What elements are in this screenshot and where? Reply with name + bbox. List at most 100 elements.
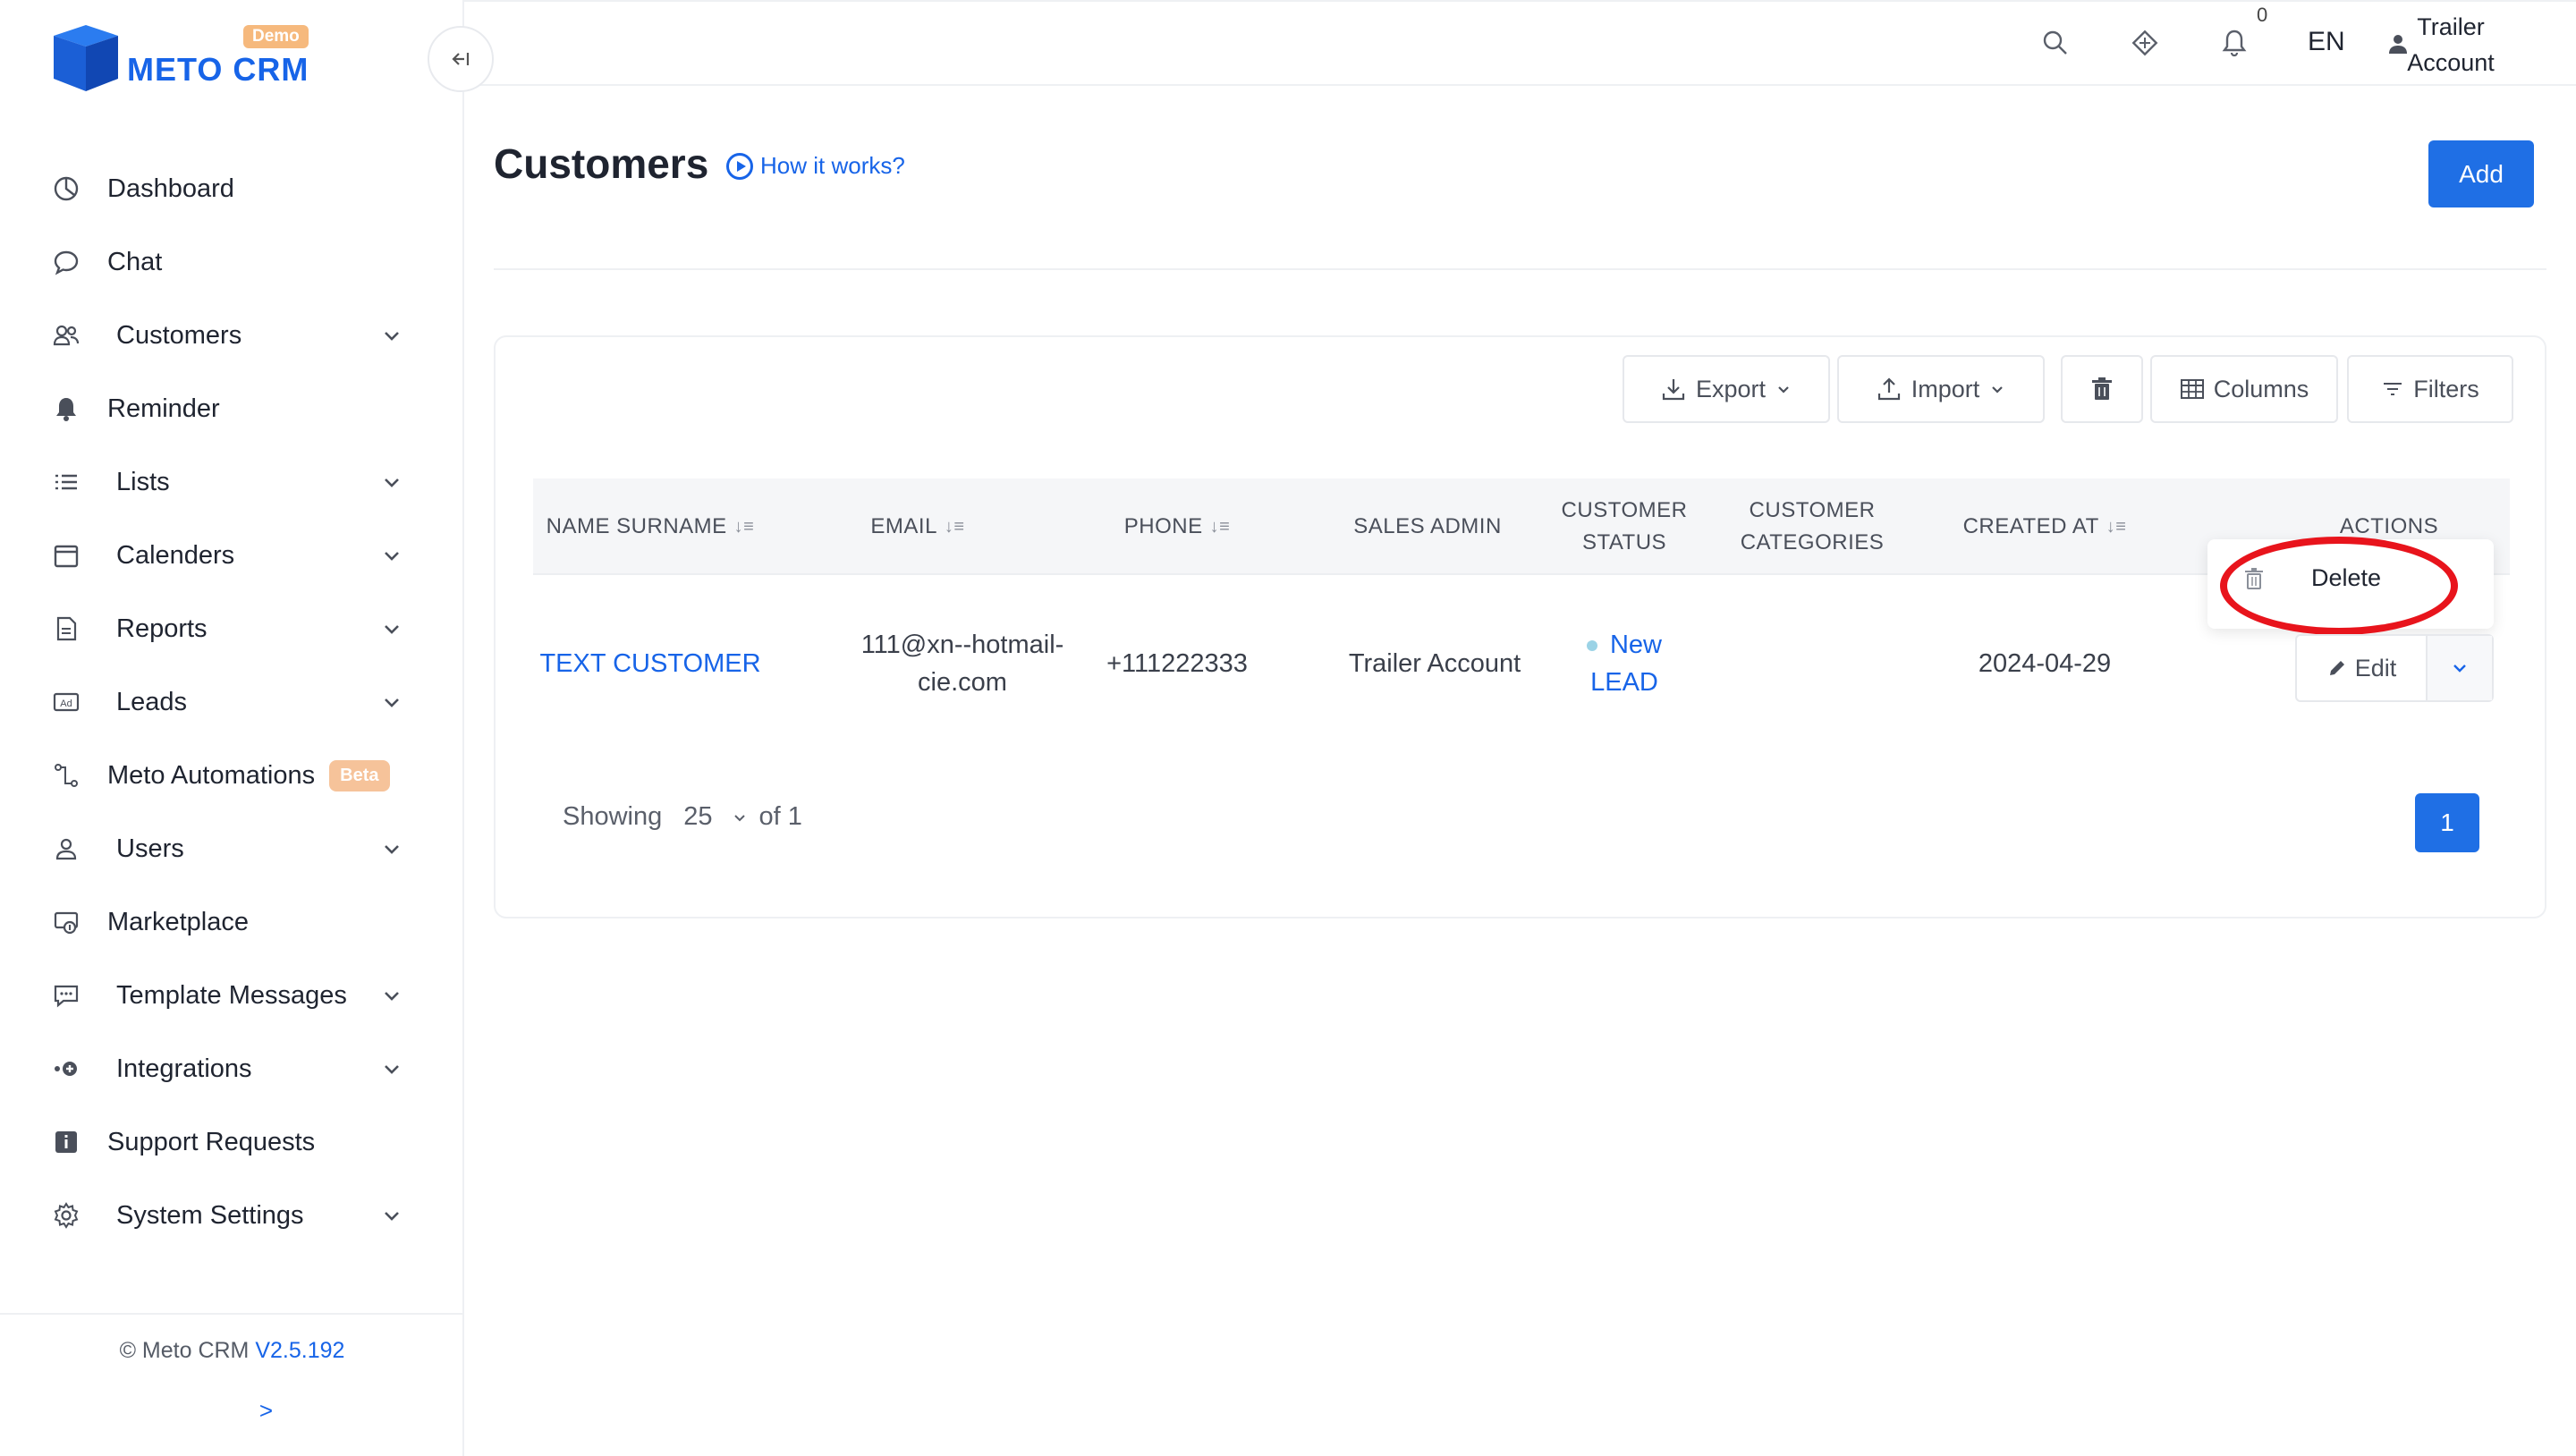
chevron-down-icon[interactable]: [380, 1204, 403, 1227]
chevron-down-icon[interactable]: [380, 324, 403, 347]
sort-icon[interactable]: ↓≡: [945, 511, 965, 543]
column-header-email[interactable]: EMAIL ↓≡: [828, 478, 1007, 575]
export-label: Export: [1695, 375, 1767, 402]
how-it-works-link[interactable]: How it works?: [726, 152, 905, 180]
edit-button[interactable]: Edit: [2297, 636, 2428, 700]
customer-name-link[interactable]: TEXT CUSTOMER: [533, 623, 767, 704]
sidebar-item-label: Reports: [116, 614, 208, 643]
sidebar-item-users[interactable]: Users: [0, 812, 464, 885]
chevron-down-icon: [2453, 665, 2466, 673]
sidebar-item-reminder[interactable]: Reminder: [0, 372, 464, 445]
chevron-down-icon[interactable]: [380, 617, 403, 640]
language-selector[interactable]: EN: [2308, 27, 2345, 57]
version-link[interactable]: V2.5.192: [255, 1338, 344, 1363]
export-button[interactable]: Export: [1623, 355, 1830, 423]
automation-icon: [52, 761, 80, 790]
sidebar-item-label: Leads: [116, 687, 188, 716]
customer-created-at: 2024-04-29: [1978, 649, 2112, 678]
chat-icon: [52, 248, 80, 276]
account-name-line2: Account: [2407, 49, 2495, 76]
chevron-down-icon[interactable]: [380, 690, 403, 714]
chevron-down-icon[interactable]: [380, 470, 403, 494]
columns-label: Columns: [2213, 375, 2309, 402]
sidebar-item-label: Users: [116, 834, 184, 863]
ad-icon: Ad: [52, 688, 80, 716]
column-header-created-at[interactable]: CREATED AT ↓≡: [1928, 478, 2161, 575]
chevron-down-icon: [1992, 386, 2004, 394]
chevron-down-icon[interactable]: [731, 808, 749, 826]
customers-icon: [52, 321, 80, 350]
page-count-label: of 1: [758, 802, 802, 831]
columns-button[interactable]: Columns: [2150, 355, 2338, 423]
sidebar-item-label: System Settings: [116, 1200, 304, 1230]
page-button-current[interactable]: 1: [2415, 793, 2479, 852]
message-template-icon: [52, 981, 80, 1010]
divider: [494, 268, 2546, 270]
sidebar-item-lists[interactable]: Lists: [0, 445, 464, 519]
sidebar-item-label: Lists: [116, 467, 170, 496]
pencil-icon: [2329, 661, 2344, 675]
sort-icon[interactable]: ↓≡: [734, 511, 755, 543]
sidebar-item-customers[interactable]: Customers: [0, 299, 464, 372]
sort-icon[interactable]: ↓≡: [1210, 511, 1231, 543]
sidebar-footer: © Meto CRM V2.5.192: [0, 1313, 464, 1456]
add-customer-button[interactable]: Add: [2428, 140, 2534, 207]
sidebar-item-label: Meto Automations: [107, 760, 316, 790]
notification-bell-icon[interactable]: [2218, 27, 2250, 59]
customer-status-line: New: [1586, 626, 1662, 664]
column-header-name[interactable]: NAME SURNAME ↓≡: [533, 478, 767, 575]
upload-icon: [1877, 377, 1900, 401]
sidebar-item-leads[interactable]: Ad Leads: [0, 665, 464, 739]
row-actions-button-group: Edit: [2295, 634, 2494, 702]
integration-icon: [52, 1054, 80, 1083]
sidebar-item-meto-automations[interactable]: Meto Automations Beta: [0, 739, 464, 812]
brand-name: METO CRM: [127, 51, 309, 88]
sidebar-item-label: Support Requests: [107, 1127, 316, 1156]
search-icon[interactable]: [2039, 27, 2072, 59]
showing-label: Showing: [563, 802, 663, 831]
collapse-left-icon: [452, 53, 470, 65]
customer-status-badge[interactable]: New LEAD: [1535, 623, 1714, 704]
chevron-down-icon[interactable]: [380, 837, 403, 860]
account-name-line1: Trailer: [2417, 13, 2485, 40]
customer-sales-admin: Trailer Account: [1348, 649, 1521, 678]
pagination-summary: Showing 25 of 1: [563, 802, 802, 832]
sidebar-item-integrations[interactable]: Integrations: [0, 1032, 464, 1105]
sidebar-item-system-settings[interactable]: System Settings: [0, 1179, 464, 1252]
column-header-phone[interactable]: PHONE ↓≡: [1088, 478, 1267, 575]
account-menu[interactable]: Trailer Account: [2384, 9, 2518, 80]
table-columns-icon: [2180, 379, 2204, 399]
sidebar-item-label: Marketplace: [107, 907, 249, 936]
sidebar-item-chat[interactable]: Chat: [0, 225, 464, 299]
column-header-label: PHONE: [1123, 514, 1203, 538]
sort-icon[interactable]: ↓≡: [2106, 511, 2127, 543]
chevron-down-icon[interactable]: [380, 984, 403, 1007]
column-header-label: CREATED AT: [1962, 514, 2099, 538]
sidebar-nav: Dashboard Chat Customers Reminder Lists …: [0, 152, 464, 1252]
trash-icon: [2092, 377, 2112, 400]
customer-categories: [1723, 623, 1902, 704]
collapse-sidebar-button[interactable]: [428, 26, 494, 92]
copyright: © Meto CRM V2.5.192: [0, 1338, 464, 1364]
row-actions-dropdown-toggle[interactable]: [2428, 636, 2492, 700]
diamond-icon[interactable]: [2129, 27, 2161, 59]
import-button[interactable]: Import: [1837, 355, 2045, 423]
user-icon: [52, 834, 80, 863]
gear-icon: [52, 1201, 80, 1230]
sidebar-item-calenders[interactable]: Calenders: [0, 519, 464, 592]
sidebar-item-support-requests[interactable]: Support Requests: [0, 1105, 464, 1179]
bell-icon: [52, 394, 80, 423]
sidebar-item-label: Calenders: [116, 540, 235, 570]
chevron-down-icon[interactable]: [380, 544, 403, 567]
chevron-down-icon[interactable]: [380, 1057, 403, 1080]
sidebar-item-marketplace[interactable]: Marketplace: [0, 885, 464, 959]
chevron-down-icon: [1778, 386, 1789, 394]
page-size-select[interactable]: 25: [683, 802, 712, 832]
column-header-label: STATUS: [1581, 530, 1667, 554]
bulk-delete-button[interactable]: [2061, 355, 2143, 423]
filters-button[interactable]: Filters: [2347, 355, 2513, 423]
sidebar-item-reports[interactable]: Reports: [0, 592, 464, 665]
sidebar-item-template-messages[interactable]: Template Messages: [0, 959, 464, 1032]
sidebar-item-dashboard[interactable]: Dashboard: [0, 152, 464, 225]
expand-sidebar-button[interactable]: >: [0, 1397, 532, 1425]
